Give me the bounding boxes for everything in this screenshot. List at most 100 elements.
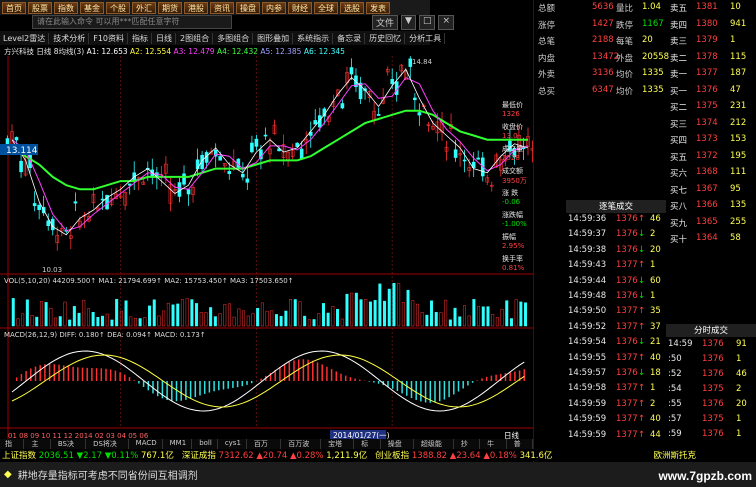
trade-arrow: ↑ xyxy=(638,414,646,425)
analysis-btn-1[interactable]: 技术分析 xyxy=(50,32,90,44)
indicator-tab-5[interactable]: MM1 xyxy=(165,439,193,449)
news-ticker[interactable]: ◆ 耕地存量指标可考虑不同省份间互相调剂 xyxy=(0,462,756,487)
analysis-btn-0[interactable]: Level2雷达 xyxy=(0,32,50,44)
indicator-tab-7[interactable]: cys1 xyxy=(220,439,247,449)
index-item[interactable]: 创业板指 1388.82 ▲23.64 ▲0.18% 341.6亿 xyxy=(375,449,552,461)
toolbar-btn-8[interactable]: 资讯 xyxy=(210,1,234,14)
indicator-tab-1[interactable]: 主图 xyxy=(26,439,51,458)
indicator-tab-10[interactable]: 宝塔线 xyxy=(323,439,355,458)
buy-label: 买十 xyxy=(670,235,688,245)
mini-label: 振幅 xyxy=(502,233,516,241)
window-ctl-0[interactable]: 文件 xyxy=(372,15,399,30)
toolbar-btn-11[interactable]: 财经 xyxy=(288,1,312,14)
volume-bar xyxy=(383,300,387,327)
analysis-btn-7[interactable]: 图形叠加 xyxy=(254,32,294,44)
analysis-btn-4[interactable]: 日线 xyxy=(153,32,176,44)
trade-qty: 35 xyxy=(650,306,661,317)
analysis-btn-3[interactable]: 指标 xyxy=(129,32,152,44)
indicator-tab-11[interactable]: 标准 xyxy=(356,439,381,458)
analysis-btn-8[interactable]: 系统指示 xyxy=(294,32,334,44)
analysis-btn-10[interactable]: 历史回忆 xyxy=(366,32,406,44)
trade-arrow: ↑ xyxy=(638,321,646,332)
trade-price: 1376 xyxy=(616,337,638,348)
window-controls: 文件 ▼ □ × xyxy=(372,15,454,30)
quote-row: 外卖 3136 均价 1335 卖一 1377 187 xyxy=(534,68,756,81)
trade-arrow: ↑ xyxy=(638,383,646,394)
toolbar-btn-2[interactable]: 指数 xyxy=(54,1,78,14)
indicator-tab-0[interactable]: 指标 xyxy=(0,439,25,458)
mini-value: 3950万 xyxy=(502,177,527,185)
analysis-btn-5[interactable]: 2图组合 xyxy=(177,32,214,44)
indicator-tab-6[interactable]: boll xyxy=(194,439,218,449)
window-ctl-1[interactable]: ▼ xyxy=(401,15,416,30)
analysis-btn-2[interactable]: F10资料 xyxy=(90,32,128,44)
toolbar-btn-1[interactable]: 股票 xyxy=(28,1,52,14)
indicator-tab-13[interactable]: 超级能量 xyxy=(416,439,454,458)
trade-time: 14:59:52 xyxy=(568,321,607,332)
kline-chart[interactable]: 13.114 10.03 14.84 VOL(5,10,20) 44209.50… xyxy=(0,56,533,440)
quote-label: 总买 xyxy=(538,86,556,97)
mini-stat: 换手率 0.81% xyxy=(502,254,536,274)
news-text: 耕地存量指标可考虑不同省份间互相调剂 xyxy=(17,471,198,482)
window-ctl-3[interactable]: × xyxy=(438,15,454,30)
indicator-tab-16[interactable]: 普通 xyxy=(509,439,534,458)
buy-row: 买八 1366 135 xyxy=(666,200,756,213)
volume-bar xyxy=(35,316,39,327)
indicator-tab-2[interactable]: BS决策 xyxy=(53,439,87,458)
toolbar-btn-12[interactable]: 全球 xyxy=(314,1,338,14)
sub-trade-row: :50 1376 1 xyxy=(666,354,756,367)
trade-qty: 1 xyxy=(650,291,656,301)
index-item[interactable]: 深证成指 7312.62 ▲20.74 ▲0.28% 1,211.9亿 xyxy=(182,449,367,461)
toolbar-btn-14[interactable]: 发表 xyxy=(366,1,390,14)
volume-bar xyxy=(354,292,358,327)
trade-price: 1377 xyxy=(616,260,638,271)
ma-a1: A1: 12.653 xyxy=(86,47,128,56)
indicator-tab-12[interactable]: 操盘手 xyxy=(383,439,414,458)
trade-arrow: ↓ xyxy=(638,229,646,240)
analysis-btn-6[interactable]: 多图组合 xyxy=(214,32,254,44)
toolbar-btn-13[interactable]: 选股 xyxy=(340,1,364,14)
quote-value2: 1.04 xyxy=(642,2,661,12)
candle-body xyxy=(127,183,132,186)
indicator-tab-3[interactable]: DS将决策 xyxy=(88,439,129,458)
volume-bar xyxy=(213,316,217,327)
trade-qty: 1 xyxy=(650,383,656,394)
indicator-tab-8[interactable]: 百万cd xyxy=(249,439,282,457)
window-ctl-2[interactable]: □ xyxy=(418,15,436,30)
volume-bar xyxy=(368,301,372,327)
mini-stat: 成交额 3950万 xyxy=(502,166,536,186)
index-item[interactable]: 上证指数 2036.51 ▼2.17 ▼0.11% 767.1亿 xyxy=(2,449,174,461)
indicator-tab-15[interactable]: 牛刀 xyxy=(482,439,507,458)
index-pct: ▲0.28% xyxy=(289,451,327,461)
volume-bar xyxy=(138,318,142,327)
sub-trade-row: :59 1376 1 xyxy=(666,429,756,442)
toolbar-btn-5[interactable]: 外汇 xyxy=(132,1,156,14)
sub-trade-row: :54 1375 2 xyxy=(666,384,756,397)
sub-trade-title[interactable]: 分时成交 xyxy=(666,324,756,337)
indicator-tab-4[interactable]: MACD xyxy=(131,439,163,449)
command-input[interactable]: 请在此输入命令 可以用***匹配任意字符 xyxy=(32,15,232,29)
buy-label: 买六 xyxy=(670,169,688,179)
mini-value: -1.00% xyxy=(502,220,527,228)
toolbar-btn-4[interactable]: 个股 xyxy=(106,1,130,14)
toolbar-btn-0[interactable]: 首页 xyxy=(2,1,26,14)
indicator-tab-9[interactable]: 百万波段 xyxy=(283,439,322,458)
toolbar-btn-6[interactable]: 期货 xyxy=(158,1,182,14)
analysis-btn-9[interactable]: 备忘录 xyxy=(334,32,366,44)
indicator-tab-14[interactable]: 抄底 xyxy=(456,439,481,458)
trade-price: 1377 xyxy=(616,414,638,425)
toolbar-btn-7[interactable]: 港股 xyxy=(184,1,208,14)
sub-trade-qty: 1 xyxy=(736,429,742,439)
index-right[interactable]: 欧洲斯托克 xyxy=(653,449,696,461)
quote-value2: 1335 xyxy=(642,84,664,95)
volume-bar xyxy=(321,303,325,327)
toolbar-btn-9[interactable]: 操盘 xyxy=(236,1,260,14)
trade-time: 14:59:44 xyxy=(568,275,607,286)
toolbar-btn-10[interactable]: 内参 xyxy=(262,1,286,14)
analysis-btn-11[interactable]: 分析工具 xyxy=(406,32,446,44)
buy-qty: 255 xyxy=(730,216,747,227)
buy-qty: 212 xyxy=(730,117,747,128)
sub-trade-row: :55 1376 20 xyxy=(666,399,756,412)
toolbar-btn-3[interactable]: 基金 xyxy=(80,1,104,14)
candle-body xyxy=(376,114,381,116)
